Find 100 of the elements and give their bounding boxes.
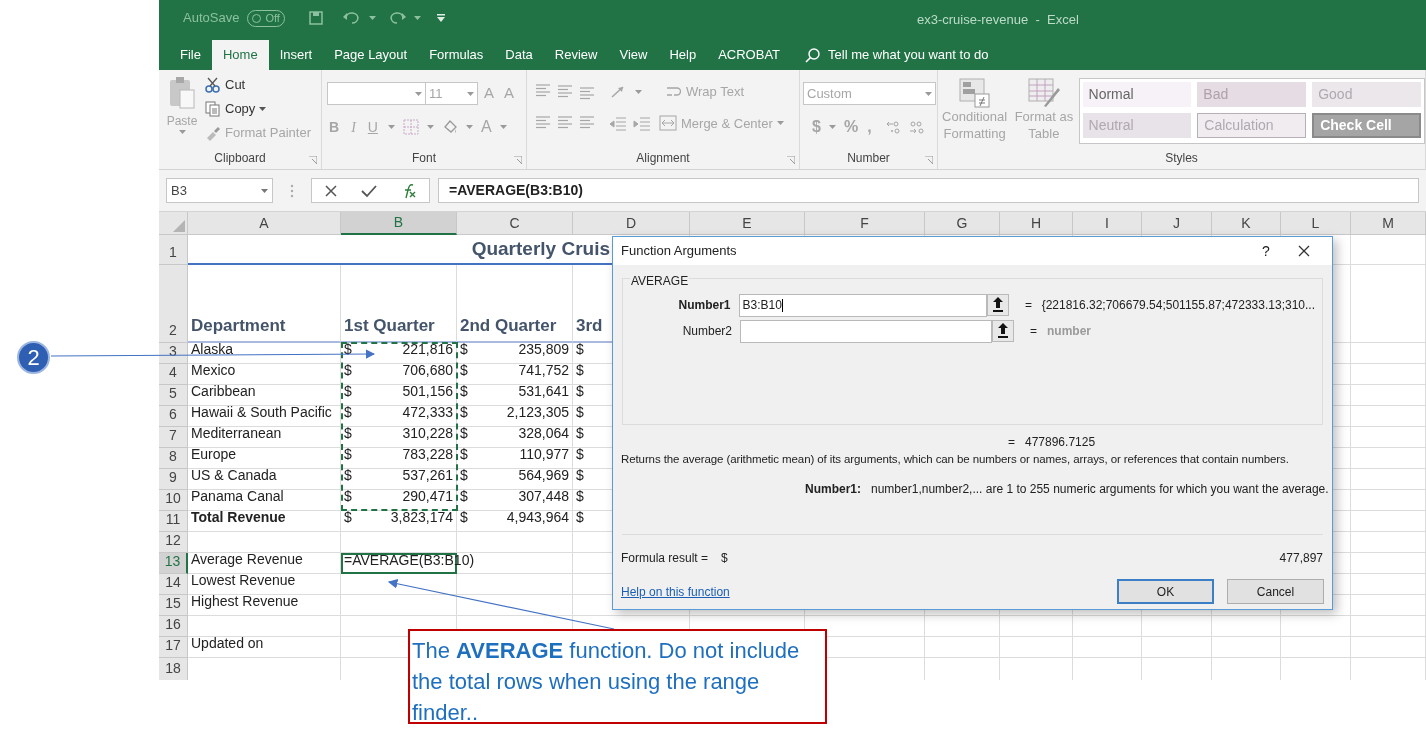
ribbon-tab[interactable]: ACROBAT <box>707 40 792 70</box>
currency-symbol: $ <box>344 424 352 443</box>
row-header[interactable]: 13 <box>159 553 188 574</box>
currency-symbol: $ <box>721 550 729 568</box>
caret-icon[interactable] <box>415 91 422 96</box>
undo-icon[interactable] <box>342 12 361 24</box>
currency-symbol: $ <box>344 403 352 422</box>
middle-align-icon[interactable] <box>557 83 573 100</box>
ribbon-tab[interactable]: File <box>169 40 212 70</box>
argument-help-label: Number1: <box>805 481 861 499</box>
formula-result-label: Formula result = <box>621 550 710 568</box>
caret-icon[interactable] <box>467 91 474 96</box>
ribbon-tab[interactable]: Page Layout <box>323 40 419 70</box>
row-header[interactable]: 8 <box>159 448 188 469</box>
caret-icon[interactable] <box>368 16 376 20</box>
row-header[interactable]: 15 <box>159 595 188 616</box>
dialog-launcher-icon[interactable] <box>309 156 317 164</box>
column-header[interactable]: G <box>925 212 1000 235</box>
dialog-launcher-icon[interactable] <box>787 156 795 164</box>
cut-button[interactable]: Cut <box>205 75 311 95</box>
dialog-launcher-icon[interactable] <box>925 156 933 164</box>
row-header[interactable]: 7 <box>159 427 188 448</box>
caret-icon[interactable] <box>261 188 268 193</box>
ribbon-tab[interactable]: Help <box>658 40 708 70</box>
close-icon[interactable] <box>1298 245 1310 257</box>
column-header[interactable]: C <box>457 212 573 235</box>
table-cell <box>1142 637 1212 658</box>
collapse-dialog-icon[interactable] <box>992 320 1014 342</box>
help-button[interactable]: ? <box>1256 240 1276 262</box>
row-header[interactable]: 2 <box>159 265 188 343</box>
cell-value: 564,969 <box>518 466 569 485</box>
row-header[interactable]: 17 <box>159 637 188 658</box>
increase-indent-icon[interactable] <box>633 115 651 132</box>
increase-decimal-icon[interactable] <box>885 119 902 135</box>
row-header[interactable]: 3 <box>159 343 188 364</box>
column-header[interactable]: E <box>690 212 805 235</box>
table-cell <box>1281 616 1351 637</box>
ribbon-tab[interactable]: Formulas <box>418 40 495 70</box>
help-link[interactable]: Help on this function <box>621 582 1104 601</box>
decrease-decimal-icon[interactable] <box>908 119 925 135</box>
column-header[interactable]: A <box>188 212 341 235</box>
caret-icon[interactable] <box>925 91 932 96</box>
dialog-button[interactable]: OK <box>1117 579 1214 605</box>
column-heading: 1st Quarter <box>341 265 457 343</box>
copy-button[interactable]: Copy <box>205 99 311 119</box>
formula-field[interactable]: =AVERAGE(B3:B10) <box>438 178 1419 203</box>
checkmark-icon[interactable] <box>361 183 378 198</box>
row-label: Lowest Revenue <box>188 574 341 595</box>
row-header[interactable]: 1 <box>159 235 188 265</box>
row-header[interactable]: 10 <box>159 490 188 511</box>
ribbon-tab[interactable]: Home <box>211 40 269 70</box>
ribbon-tab[interactable]: Review <box>543 40 609 70</box>
row-header[interactable]: 4 <box>159 364 188 385</box>
ribbon-tab[interactable]: Data <box>494 40 544 70</box>
row-header[interactable]: 14 <box>159 574 188 595</box>
row-header[interactable]: 11 <box>159 511 188 532</box>
dialog-button[interactable]: Cancel <box>1227 579 1324 605</box>
row-header[interactable]: 9 <box>159 469 188 490</box>
column-header[interactable]: F <box>805 212 925 235</box>
column-header[interactable]: J <box>1142 212 1212 235</box>
cancel-icon[interactable] <box>323 183 338 198</box>
name-box[interactable]: B3 <box>166 178 273 203</box>
customize-toolbar-icon[interactable] <box>436 14 445 22</box>
decrease-indent-icon[interactable] <box>609 115 627 132</box>
caret-icon[interactable] <box>413 16 421 20</box>
argument-field[interactable]: B3:B10 <box>738 293 987 317</box>
cell-style[interactable]: Normal <box>1082 82 1192 107</box>
row-header[interactable]: 5 <box>159 385 188 406</box>
row-header[interactable]: 16 <box>159 616 188 637</box>
equals-sign: = <box>1024 297 1033 314</box>
column-header[interactable]: B <box>341 212 457 235</box>
tell-me-field[interactable]: Tell me what you want to do <box>828 45 989 65</box>
computed-value: 477896.7125 <box>1025 433 1096 451</box>
cell-value: 741,752 <box>518 361 569 380</box>
column-header[interactable]: K <box>1212 212 1281 235</box>
font-name-field[interactable] <box>327 82 426 105</box>
column-header[interactable]: D <box>573 212 690 235</box>
ribbon-tab[interactable]: View <box>608 40 659 70</box>
row-header[interactable]: 12 <box>159 532 188 553</box>
redo-icon[interactable] <box>387 12 406 24</box>
row-header[interactable]: 18 <box>159 658 188 680</box>
dialog-launcher-icon[interactable] <box>514 156 522 164</box>
select-all-icon[interactable] <box>173 220 185 232</box>
borders-icon[interactable] <box>402 119 419 135</box>
header-corner[interactable] <box>159 212 188 235</box>
currency-symbol: $ <box>460 445 468 464</box>
row-header[interactable]: 6 <box>159 406 188 427</box>
column-header[interactable]: I <box>1073 212 1142 235</box>
currency-symbol: $ <box>576 445 584 464</box>
save-icon[interactable] <box>308 11 323 25</box>
collapse-dialog-icon[interactable] <box>986 294 1009 316</box>
argument-field[interactable] <box>740 319 992 343</box>
column-header[interactable]: H <box>1000 212 1073 235</box>
column-header[interactable]: L <box>1281 212 1351 235</box>
row-label: Caribbean <box>188 385 341 406</box>
column-header[interactable]: M <box>1351 212 1426 235</box>
caret-icon[interactable] <box>259 107 267 111</box>
grip-icon[interactable] <box>290 183 294 198</box>
search-icon[interactable] <box>805 47 821 63</box>
ribbon-tab[interactable]: Insert <box>268 40 324 70</box>
